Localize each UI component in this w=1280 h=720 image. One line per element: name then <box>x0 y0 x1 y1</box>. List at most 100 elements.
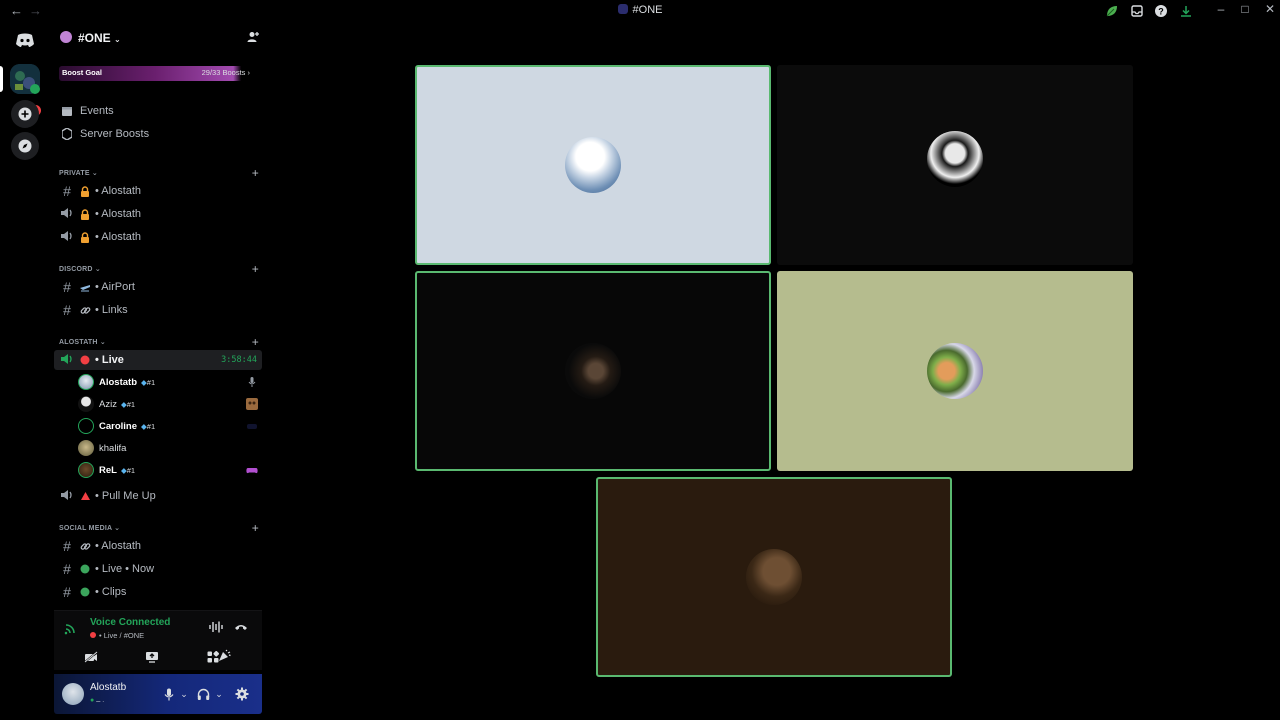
user-name[interactable]: Alostatb <box>90 682 126 693</box>
voice-member[interactable]: Caroline ◆#1 <box>78 416 258 436</box>
chevron-down-icon: ⌄ <box>114 35 121 44</box>
channel-pull-me-up[interactable]: • Pull Me Up <box>54 486 262 506</box>
minimize-icon[interactable]: – <box>1211 2 1231 16</box>
member-tag-text: #1 <box>146 421 156 431</box>
mic-icon <box>248 377 256 387</box>
lock-icon <box>79 185 91 197</box>
audio-options-chevron[interactable]: ⌄ <box>210 684 228 704</box>
channel-private-3[interactable]: • Alostath <box>54 227 262 247</box>
create-channel-icon[interactable]: + <box>252 262 259 276</box>
chevron-down-icon: ⌄ <box>94 266 101 273</box>
link-icon <box>79 304 91 316</box>
server-name: #ONE ⌄ <box>78 31 121 45</box>
participant-tile-1[interactable] <box>415 65 771 265</box>
member-tag-text: #1 <box>146 377 156 387</box>
category-private[interactable]: PRIVATE ⌄ + <box>59 166 259 181</box>
activity-image-icon <box>246 398 258 410</box>
channel-private-1[interactable]: # • Alostath <box>54 181 262 201</box>
events-menu-item[interactable]: Events <box>60 101 260 121</box>
server-boosts-menu-item[interactable]: Server Boosts <box>60 124 260 144</box>
speaker-icon <box>59 488 75 504</box>
add-server-button[interactable] <box>11 100 39 128</box>
category-discord[interactable]: DISCORD ⌄ + <box>59 262 259 277</box>
discord-logo-icon <box>16 33 34 47</box>
camera-off-icon <box>84 651 98 663</box>
participant-tile-4[interactable] <box>777 271 1133 471</box>
channel-name: • Live • Now <box>95 563 155 575</box>
red-circle-icon <box>79 354 91 366</box>
boost-goal-bar[interactable]: Boost Goal 29/33 Boosts › <box>59 66 257 81</box>
camera-off-button[interactable] <box>81 647 101 667</box>
calendar-icon <box>60 104 74 118</box>
channel-name: • Pull Me Up <box>95 490 156 502</box>
active-server-indicator <box>0 66 3 92</box>
maximize-icon[interactable]: □ <box>1235 2 1255 16</box>
compass-icon <box>18 139 32 153</box>
red-circle-icon <box>90 632 96 638</box>
screen-share-button[interactable] <box>142 647 162 667</box>
server-header[interactable]: #ONE ⌄ <box>58 28 264 48</box>
disconnect-button[interactable] <box>231 617 251 637</box>
close-icon[interactable]: ✕ <box>1260 2 1280 16</box>
voice-member[interactable]: Aziz ◆#1 <box>78 394 258 414</box>
boost-goal-label: Boost Goal <box>62 68 103 77</box>
voice-status[interactable]: Voice Connected <box>90 617 170 628</box>
member-tag: ◆#1 <box>121 400 135 409</box>
noise-suppression-button[interactable] <box>206 617 226 637</box>
back-arrow-icon[interactable]: ← <box>10 3 23 18</box>
activity-icon <box>247 424 257 429</box>
channel-airport[interactable]: # • AirPort <box>54 277 262 297</box>
voice-member[interactable]: ReL ◆#1 <box>78 460 258 480</box>
avatar <box>78 396 94 412</box>
participant-tile-5[interactable] <box>596 477 952 677</box>
soundboard-button[interactable] <box>214 646 234 666</box>
channel-live-now[interactable]: # • Live • Now <box>54 559 262 579</box>
mic-options-chevron[interactable]: ⌄ <box>175 684 193 704</box>
lock-icon <box>79 231 91 243</box>
member-name: Aziz <box>99 398 117 410</box>
category-alostath[interactable]: ALOSTATH ⌄ + <box>59 335 259 350</box>
red-triangle-icon <box>79 490 91 502</box>
forward-arrow-icon[interactable]: → <box>29 3 42 18</box>
green-circle-icon <box>79 563 91 575</box>
participant-avatar <box>927 131 983 187</box>
server-boosts-label: Server Boosts <box>80 128 150 140</box>
voice-call-stage <box>270 22 1280 720</box>
user-settings-button[interactable] <box>233 684 251 704</box>
voice-channel-text: • Live / #ONE <box>99 631 145 640</box>
discover-button[interactable] <box>11 132 39 160</box>
speaker-icon <box>59 229 75 245</box>
channel-links[interactable]: # • Links <box>54 300 262 320</box>
channel-live[interactable]: • Live 3:58:44 <box>54 350 262 370</box>
invite-member-icon[interactable] <box>246 30 260 44</box>
channel-social-alostath[interactable]: # • Alostath <box>54 536 262 556</box>
leaf-icon[interactable] <box>1105 4 1119 18</box>
inbox-icon[interactable] <box>1130 4 1144 18</box>
voice-member[interactable]: Alostatb ◆#1 <box>78 372 258 392</box>
category-social-media[interactable]: SOCIAL MEDIA ⌄ + <box>59 521 259 536</box>
server-avatar-icon <box>60 31 72 43</box>
create-channel-icon[interactable]: + <box>252 166 259 180</box>
channel-private-2[interactable]: • Alostath <box>54 204 262 224</box>
download-icon[interactable] <box>1179 4 1193 18</box>
voice-member[interactable]: khalifa <box>78 438 258 458</box>
voice-channel-path[interactable]: • Live / #ONE <box>90 631 144 640</box>
participant-tile-2[interactable] <box>777 65 1133 265</box>
help-icon[interactable]: ? <box>1154 4 1168 18</box>
category-alostath-label: ALOSTATH <box>59 339 98 346</box>
member-tag-text: #1 <box>126 465 136 475</box>
avatar <box>78 462 94 478</box>
participant-tile-3[interactable] <box>415 271 771 471</box>
member-name: Alostatb <box>99 376 137 388</box>
channel-clips[interactable]: # • Clips <box>54 582 262 602</box>
channel-name: • Links <box>95 304 128 316</box>
participant-avatar <box>746 549 802 605</box>
member-name: Caroline <box>99 420 138 432</box>
chevron-down-icon: ⌄ <box>215 688 223 699</box>
create-channel-icon[interactable]: + <box>252 335 259 349</box>
create-channel-icon[interactable]: + <box>252 521 259 535</box>
user-avatar[interactable] <box>62 683 84 705</box>
soundboard-icon <box>219 649 231 661</box>
connection-signal-icon[interactable] <box>64 621 78 635</box>
discord-home-button[interactable] <box>11 26 39 54</box>
